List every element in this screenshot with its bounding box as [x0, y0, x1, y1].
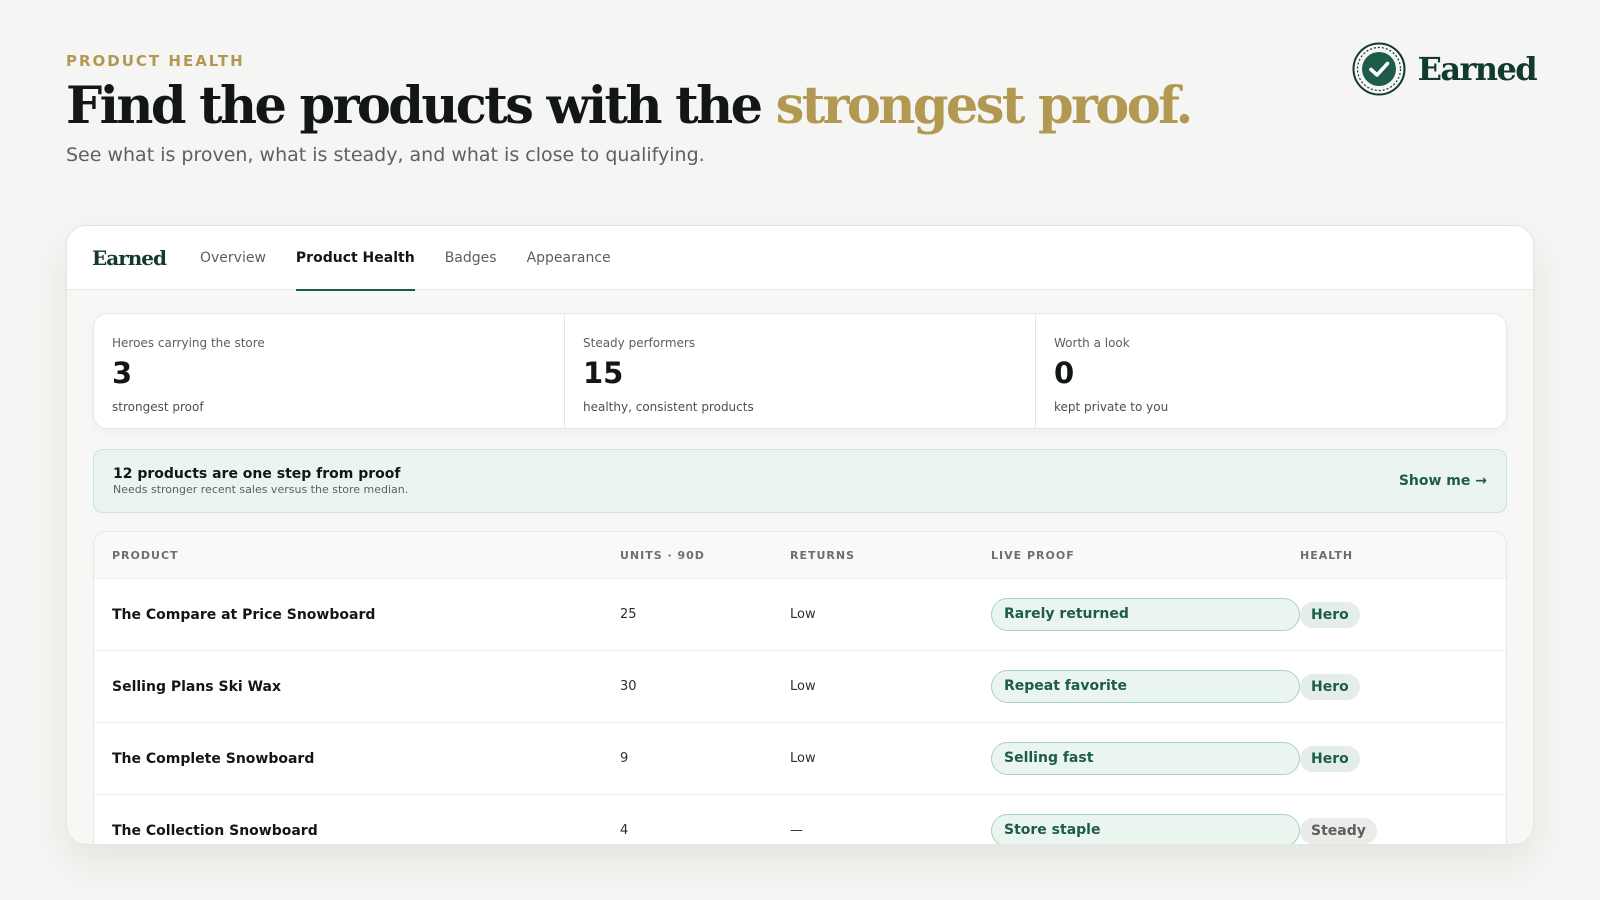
proof-banner: 12 products are one step from proof Need…: [93, 449, 1507, 513]
page-subtitle: See what is proven, what is steady, and …: [66, 144, 705, 167]
eyebrow-label: PRODUCT HEALTH: [66, 52, 245, 70]
live-proof-pill[interactable]: Repeat favorite: [991, 670, 1300, 703]
hero-section: PRODUCT HEALTH Find the products with th…: [66, 52, 1194, 167]
live-proof-pill[interactable]: Store staple: [991, 814, 1300, 844]
stat-label: Worth a look: [1054, 336, 1130, 350]
stat-value: 15: [583, 356, 624, 390]
stat-value: 3: [112, 356, 133, 390]
banner-subtitle: Needs stronger recent sales versus the s…: [113, 483, 409, 496]
stat-note: healthy, consistent products: [583, 400, 754, 414]
product-name[interactable]: Selling Plans Ski Wax: [94, 679, 620, 695]
brand-logo: Earned: [1352, 42, 1538, 96]
live-proof-pill[interactable]: Rarely returned: [991, 598, 1300, 631]
stat-steady: Steady performers 15 healthy, consistent…: [564, 314, 1035, 428]
stat-label: Heroes carrying the store: [112, 336, 265, 350]
stats-card: Heroes carrying the store 3 strongest pr…: [93, 313, 1507, 429]
col-product: PRODUCT: [112, 548, 179, 562]
returns-value: Low: [790, 751, 816, 766]
brand-name: Earned: [1417, 50, 1538, 88]
health-badge: Hero: [1300, 601, 1360, 628]
returns-value: Low: [790, 679, 816, 694]
health-badge: Hero: [1300, 745, 1360, 772]
tab-overview[interactable]: Overview: [200, 226, 266, 290]
table-row[interactable]: Selling Plans Ski Wax 30 Low Repeat favo…: [94, 651, 1506, 723]
col-returns: RETURNS: [790, 548, 856, 562]
health-badge: Hero: [1300, 673, 1360, 700]
tab-badges[interactable]: Badges: [445, 226, 497, 290]
col-units: UNITS · 90D: [620, 548, 705, 562]
banner-text: 12 products are one step from proof Need…: [113, 466, 408, 496]
top-nav: Earned Overview Product Health Badges Ap…: [67, 226, 1533, 291]
col-health: HEALTH: [1300, 548, 1354, 562]
product-name[interactable]: The Collection Snowboard: [94, 823, 620, 839]
show-me-link[interactable]: Show me →: [1399, 473, 1487, 489]
app-panel: Earned Overview Product Health Badges Ap…: [66, 225, 1534, 845]
table-row[interactable]: The Complete Snowboard 9 Low Selling fas…: [94, 723, 1506, 795]
stat-value: 0: [1054, 356, 1075, 390]
stat-note: kept private to you: [1054, 400, 1169, 414]
banner-title: 12 products are one step from proof: [113, 466, 401, 482]
col-live-proof: LIVE PROOF: [991, 548, 1075, 562]
nav-brand[interactable]: Earned: [92, 246, 167, 270]
page-headline: Find the products with the strongest pro…: [66, 76, 1194, 136]
headline-accent: strongest proof.: [775, 76, 1194, 136]
table-header: PRODUCT UNITS · 90D RETURNS LIVE PROOF H…: [94, 532, 1506, 579]
tab-product-health[interactable]: Product Health: [295, 226, 415, 291]
returns-value: —: [790, 823, 803, 838]
returns-value: Low: [790, 607, 816, 622]
check-seal-icon: [1352, 42, 1406, 96]
product-table: PRODUCT UNITS · 90D RETURNS LIVE PROOF H…: [93, 531, 1507, 844]
health-badge: Steady: [1300, 817, 1377, 844]
live-proof-pill[interactable]: Selling fast: [991, 742, 1300, 775]
product-name[interactable]: The Complete Snowboard: [94, 751, 620, 767]
tab-appearance[interactable]: Appearance: [527, 226, 611, 290]
stat-note: strongest proof: [112, 400, 204, 414]
units-value: 25: [620, 607, 637, 622]
table-row[interactable]: The Compare at Price Snowboard 25 Low Ra…: [94, 579, 1506, 651]
headline-main: Find the products with the: [66, 76, 776, 136]
stat-label: Steady performers: [583, 336, 696, 350]
units-value: 4: [620, 823, 629, 838]
table-row[interactable]: The Collection Snowboard 4 — Store stapl…: [94, 795, 1506, 844]
stat-worth-a-look: Worth a look 0 kept private to you: [1035, 314, 1506, 428]
product-name[interactable]: The Compare at Price Snowboard: [94, 607, 620, 623]
units-value: 9: [620, 751, 629, 766]
stat-heroes: Heroes carrying the store 3 strongest pr…: [94, 314, 564, 428]
units-value: 30: [620, 679, 637, 694]
